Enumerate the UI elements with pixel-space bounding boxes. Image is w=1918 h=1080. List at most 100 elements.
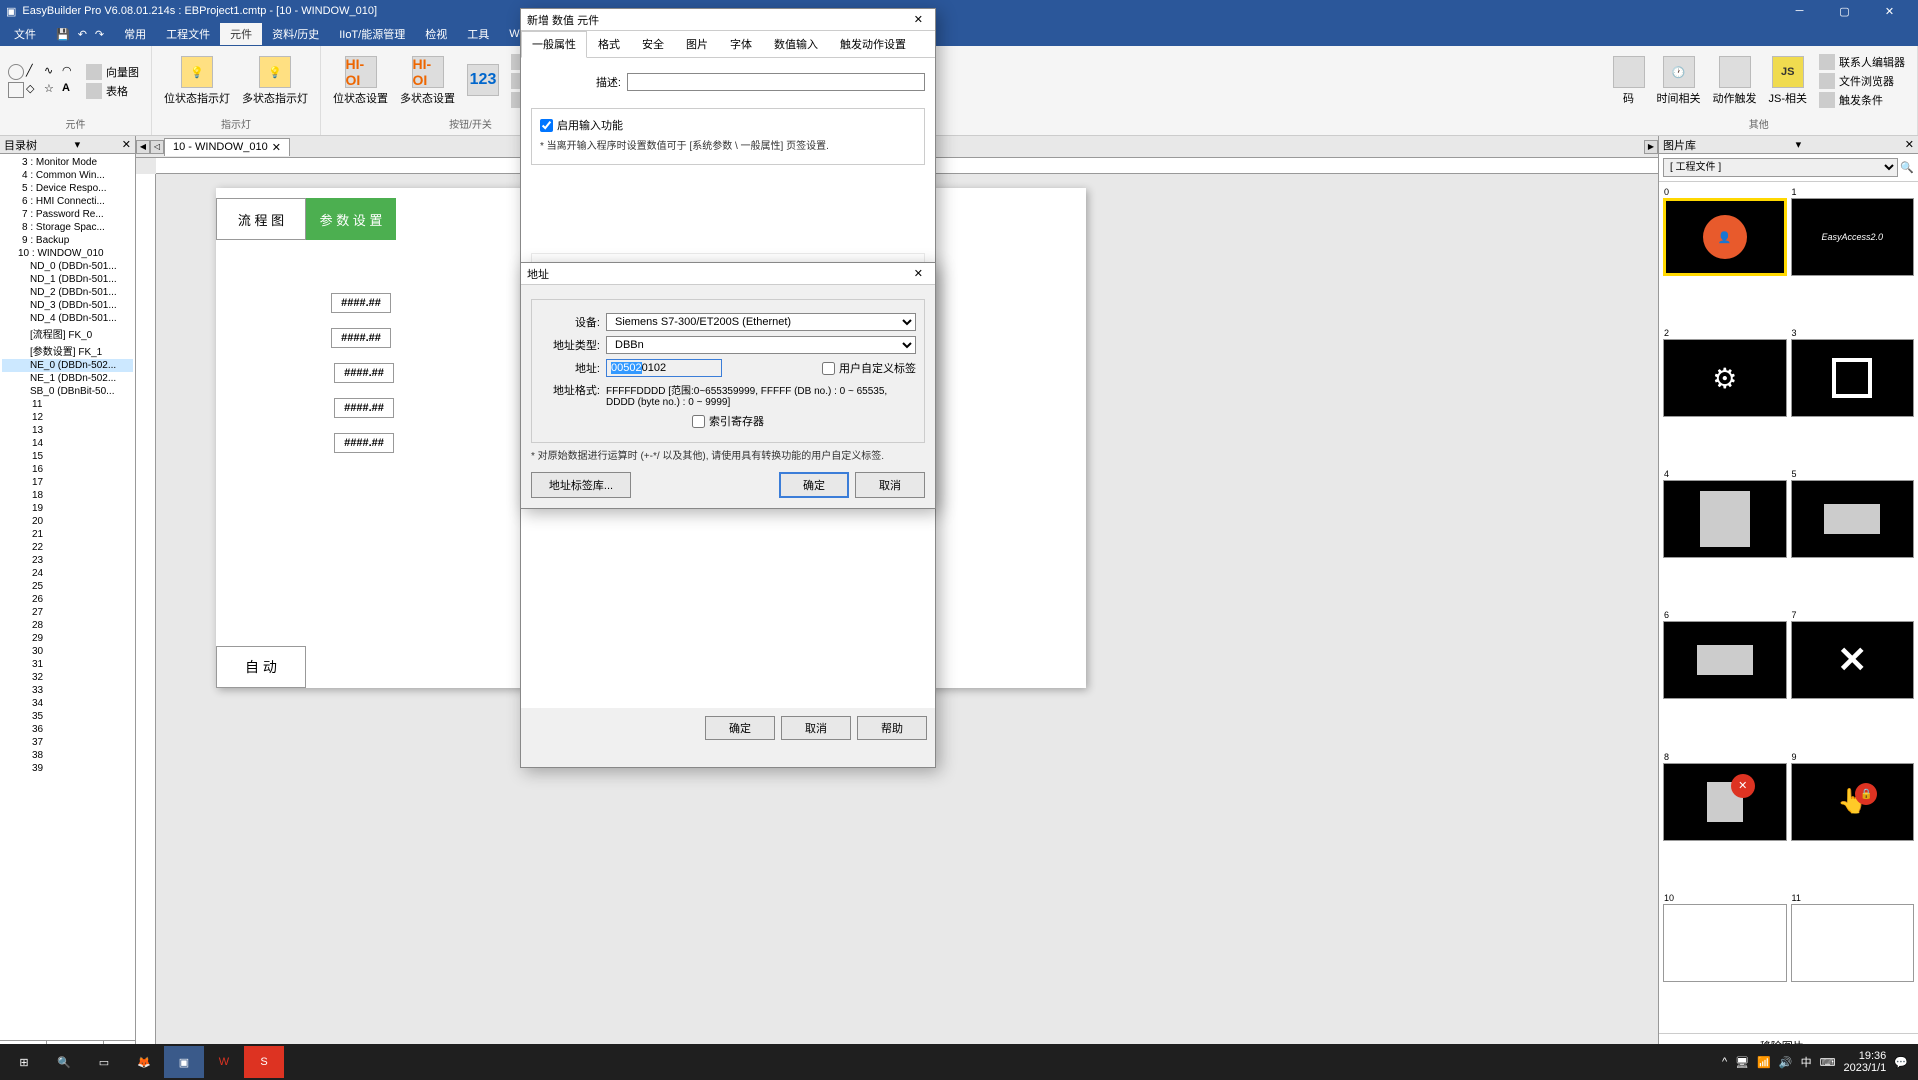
shape-curve-icon[interactable]: ∿ [44, 64, 60, 80]
tree-item[interactable]: 38 [2, 749, 133, 762]
tree-item[interactable]: ND_1 (DBDn-501... [2, 273, 133, 286]
tree-item[interactable]: 33 [2, 684, 133, 697]
numeric-display[interactable]: ####.## [334, 398, 394, 418]
contact-editor-button[interactable]: 联系人编辑器 [1815, 53, 1909, 71]
snipaste-icon[interactable]: S [244, 1046, 284, 1078]
start-button[interactable]: ⊞ [4, 1046, 44, 1078]
tree-item[interactable]: 19 [2, 502, 133, 515]
tag-library-button[interactable]: 地址标签库... [531, 472, 631, 498]
tree-item[interactable]: 35 [2, 710, 133, 723]
menu-common[interactable]: 常用 [114, 23, 156, 45]
tab-font[interactable]: 字体 [719, 31, 763, 57]
qat-redo-icon[interactable]: ↷ [91, 28, 108, 41]
clock-date[interactable]: 2023/1/1 [1843, 1062, 1886, 1074]
tab-scroll-right[interactable]: ▶ [1644, 140, 1658, 154]
piclib-item[interactable]: 5 [1791, 468, 1915, 605]
tree-item[interactable]: ND_2 (DBDn-501... [2, 286, 133, 299]
tree-item[interactable]: 3 : Monitor Mode [2, 156, 133, 169]
tree-item[interactable]: 7 : Password Re... [2, 208, 133, 221]
tree-item[interactable]: 18 [2, 489, 133, 502]
shape-text-icon[interactable]: A [62, 82, 78, 98]
help-button[interactable]: 帮助 [857, 716, 927, 740]
vectormap-button[interactable]: 向量图 [82, 63, 143, 81]
cancel-button[interactable]: 取消 [781, 716, 851, 740]
tray-network-icon[interactable]: 📶 [1757, 1056, 1771, 1069]
piclib-item[interactable]: 4 [1663, 468, 1787, 605]
shape-rect-icon[interactable] [8, 82, 24, 98]
minimize-button[interactable]: ─ [1777, 0, 1822, 22]
tree-item[interactable]: 6 : HMI Connecti... [2, 195, 133, 208]
menu-project[interactable]: 工程文件 [156, 23, 220, 45]
tree-item[interactable]: [流程图] FK_0 [2, 325, 133, 342]
tree-item[interactable]: SB_0 (DBnBit-50... [2, 385, 133, 398]
piclib-select[interactable]: [ 工程文件 ] [1663, 158, 1898, 177]
tree-item[interactable]: ND_3 (DBDn-501... [2, 299, 133, 312]
tree-item[interactable]: 31 [2, 658, 133, 671]
maximize-button[interactable]: ▢ [1822, 0, 1867, 22]
time-button[interactable]: 🕐时间相关 [1653, 54, 1705, 108]
tree-item[interactable]: 16 [2, 463, 133, 476]
tree-item[interactable]: 21 [2, 528, 133, 541]
device-select[interactable]: Siemens S7-300/ET200S (Ethernet) [606, 313, 916, 331]
tree-item[interactable]: 29 [2, 632, 133, 645]
menu-data[interactable]: 资料/历史 [262, 23, 329, 45]
easybuilder-icon[interactable]: ▣ [164, 1046, 204, 1078]
code-button[interactable]: 码 [1609, 54, 1649, 108]
tab-scroll-left[interactable]: ◀ [136, 140, 150, 154]
ok-button[interactable]: 确定 [779, 472, 849, 498]
numeric-display[interactable]: ####.## [334, 363, 394, 383]
numeric-button[interactable]: 123 [463, 62, 503, 100]
pin-icon[interactable]: ▾ [75, 138, 81, 151]
param-button[interactable]: 参 数 设 置 [306, 198, 396, 240]
tree-item[interactable]: 14 [2, 437, 133, 450]
tree-item[interactable]: 36 [2, 723, 133, 736]
shape-polygon-icon[interactable]: ◇ [26, 82, 42, 98]
numeric-display[interactable]: ####.## [331, 328, 391, 348]
shape-circle-icon[interactable] [8, 64, 24, 80]
numeric-display[interactable]: ####.## [331, 293, 391, 313]
menu-tool[interactable]: 工具 [457, 23, 499, 45]
tree-view[interactable]: 3 : Monitor Mode 4 : Common Win... 5 : D… [0, 154, 135, 1040]
tree-item[interactable]: 24 [2, 567, 133, 580]
tray-ime-icon[interactable]: 中 [1801, 1054, 1812, 1070]
tree-item[interactable]: [参数设置] FK_1 [2, 342, 133, 359]
tree-item[interactable]: 25 [2, 580, 133, 593]
trigger-cond-button[interactable]: 触发条件 [1815, 91, 1909, 109]
tab-format[interactable]: 格式 [587, 31, 631, 57]
menu-view[interactable]: 检视 [415, 23, 457, 45]
description-input[interactable] [627, 73, 925, 91]
shape-star-icon[interactable]: ☆ [44, 82, 60, 98]
action-button[interactable]: 动作触发 [1709, 54, 1761, 108]
tree-item[interactable]: 28 [2, 619, 133, 632]
tree-item[interactable]: 30 [2, 645, 133, 658]
auto-button[interactable]: 自 动 [216, 646, 306, 688]
tree-item[interactable]: 39 [2, 762, 133, 775]
piclib-item[interactable]: 6 [1663, 609, 1787, 746]
tray-monitor-icon[interactable]: 🖥 [1735, 1056, 1749, 1069]
tree-item[interactable]: 12 [2, 411, 133, 424]
pin-icon[interactable]: ▾ [1796, 138, 1802, 151]
bit-indicator-button[interactable]: 💡位状态指示灯 [160, 54, 234, 108]
wps-icon[interactable]: W [204, 1046, 244, 1078]
firefox-icon[interactable]: 🦊 [124, 1046, 164, 1078]
shape-line-icon[interactable]: ╱ [26, 64, 42, 80]
tab-numeric-input[interactable]: 数值输入 [763, 31, 829, 57]
dialog-address-title[interactable]: 地址 ✕ [521, 263, 935, 285]
tab-picture[interactable]: 图片 [675, 31, 719, 57]
menu-file[interactable]: 文件 [4, 23, 46, 45]
tree-item[interactable]: 27 [2, 606, 133, 619]
tree-item[interactable]: 4 : Common Win... [2, 169, 133, 182]
checkbox-user-tag[interactable]: 用户自定义标签 [822, 360, 916, 376]
tree-item[interactable]: 13 [2, 424, 133, 437]
tree-item[interactable]: NE_0 (DBDn-502... [2, 359, 133, 372]
qat-undo-icon[interactable]: ↶ [74, 28, 91, 41]
tree-item[interactable]: 8 : Storage Spac... [2, 221, 133, 234]
flow-button[interactable]: 流 程 图 [216, 198, 306, 240]
multi-indicator-button[interactable]: 💡多状态指示灯 [238, 54, 312, 108]
close-icon[interactable]: ✕ [1905, 138, 1914, 151]
piclib-item[interactable]: 0👤 [1663, 186, 1787, 323]
taskview-icon[interactable]: ▭ [84, 1046, 124, 1078]
menu-object[interactable]: 元件 [220, 23, 262, 45]
addr-type-select[interactable]: DBBn [606, 336, 916, 354]
tree-item[interactable]: 10 : WINDOW_010 [2, 247, 133, 260]
